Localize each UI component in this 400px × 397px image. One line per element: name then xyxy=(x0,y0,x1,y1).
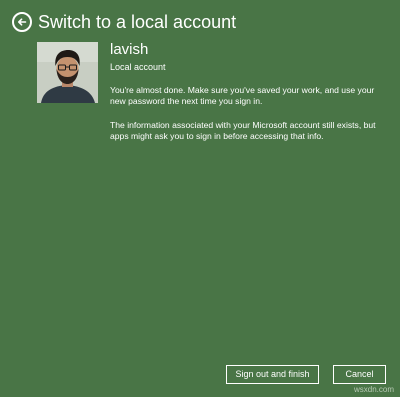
watermark-text: wsxdn.com xyxy=(353,385,394,394)
arrow-left-icon xyxy=(18,18,27,26)
cancel-button[interactable]: Cancel xyxy=(333,365,386,384)
avatar xyxy=(37,42,98,103)
info-paragraph-2: The information associated with your Mic… xyxy=(110,120,376,141)
account-type-label: Local account xyxy=(110,62,166,72)
sign-out-and-finish-button[interactable]: Sign out and finish xyxy=(226,365,319,384)
page-title: Switch to a local account xyxy=(38,12,237,32)
user-name: lavish xyxy=(110,41,149,58)
info-paragraph-1: You're almost done. Make sure you've sav… xyxy=(110,85,375,106)
back-button[interactable] xyxy=(12,12,32,32)
